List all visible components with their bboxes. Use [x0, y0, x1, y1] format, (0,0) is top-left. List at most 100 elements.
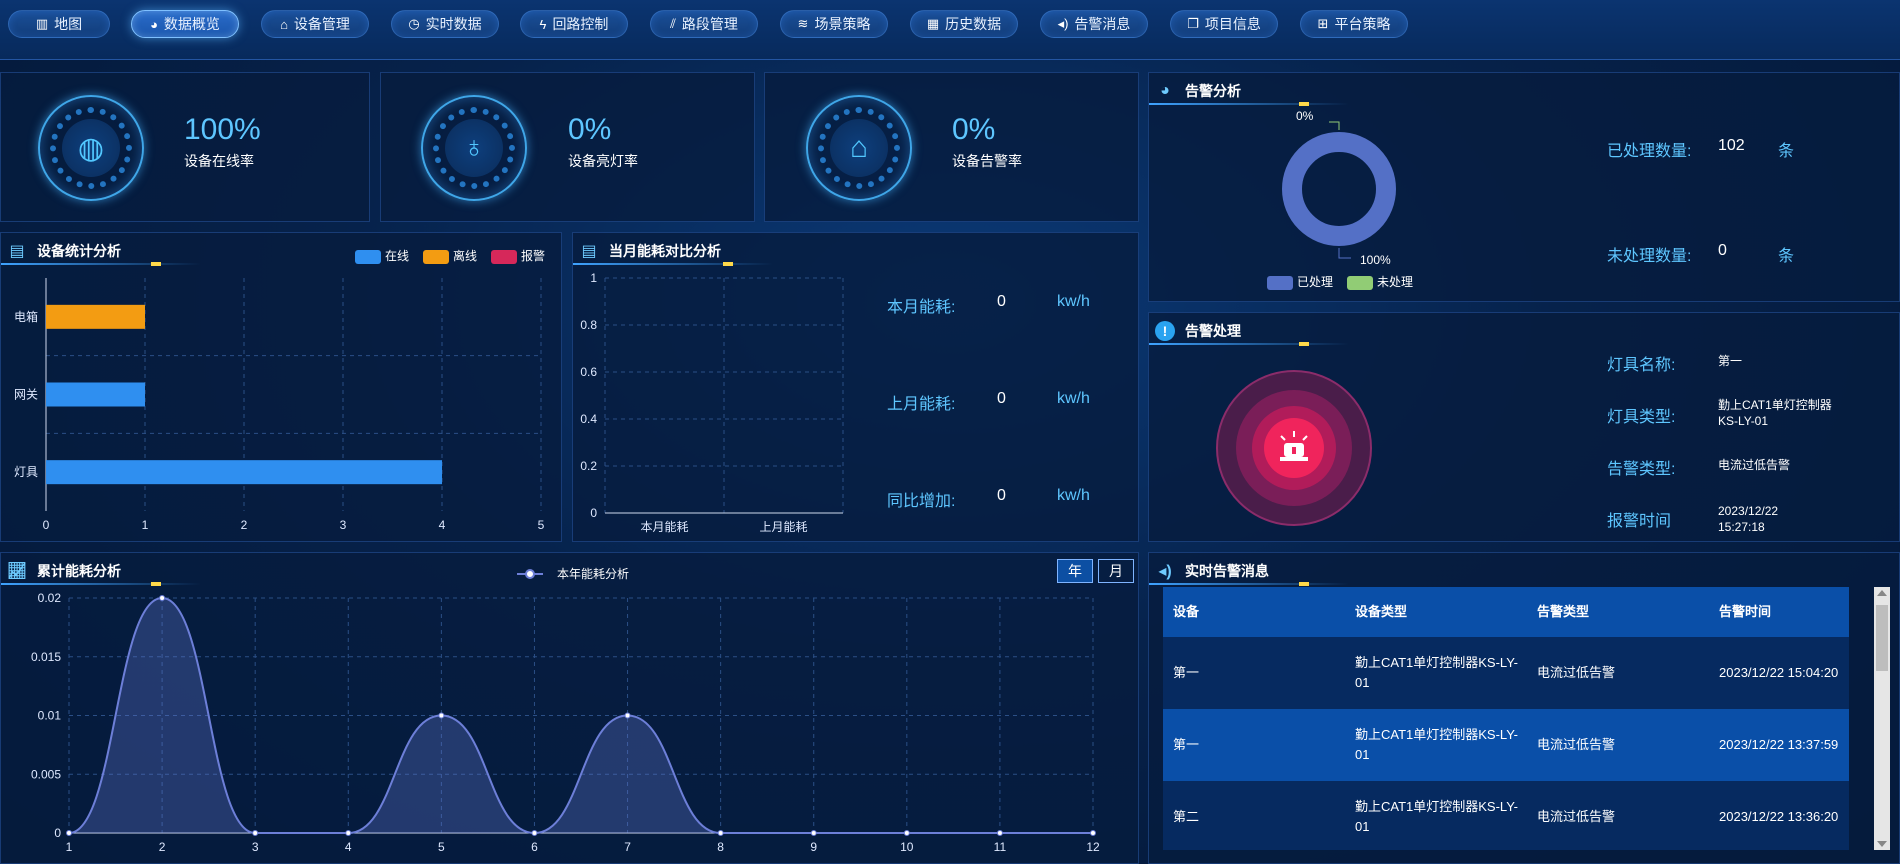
x-tick-label: 3 [340, 518, 347, 532]
light-rate-label: 设备亮灯率 [568, 153, 638, 169]
this-month-label: 本月能耗: [887, 299, 956, 316]
y-tick-label: 网关 [14, 388, 38, 402]
alarm-pulse-graphic [1216, 370, 1372, 526]
lamp-type-value: 勤上CAT1单灯控制器KS-LY-01 [1718, 398, 1832, 428]
data-point [252, 830, 259, 836]
x-tick-label: 10 [900, 840, 914, 854]
y-tick-label: 0.8 [580, 318, 597, 332]
yoy-increase-label: 同比增加: [887, 493, 956, 510]
x-tick-label: 2 [159, 840, 166, 854]
scroll-up-icon[interactable] [1877, 590, 1887, 596]
x-tick-label: 11 [994, 840, 1007, 854]
x-tick-label: 4 [345, 840, 352, 854]
data-point [345, 830, 352, 836]
y-tick-label: 0.6 [580, 365, 597, 379]
data-point [903, 830, 910, 836]
map-icon: ▥ [35, 16, 49, 31]
y-tick-label: 0.4 [580, 412, 597, 426]
alarm-table-scrollbar[interactable] [1874, 587, 1890, 850]
nav-loop-control[interactable]: ϟ 回路控制 [520, 10, 628, 38]
panel-title: ◂) 实时告警消息 [1155, 561, 1269, 581]
alarm-type-label: 告警类型: [1607, 461, 1676, 478]
x-tick-label: 5 [438, 840, 445, 854]
x-tick-label: 本月能耗 [640, 520, 688, 534]
x-tick-label: 12 [1086, 840, 1100, 854]
col-device: 设备 [1173, 604, 1200, 619]
siren-icon: ⌂ [830, 119, 888, 177]
road-icon: ⫽ [670, 16, 676, 31]
nav-realtime-data[interactable]: ◷ 实时数据 [391, 10, 499, 38]
alarm-analysis-panel: ◕ 告警分析 0% 100% 已处理 未处理 已处理数量: 102 条 未处理数… [1148, 72, 1900, 302]
y-tick-label: 0.2 [580, 459, 597, 473]
router-icon: ⌂ [280, 16, 288, 32]
nav-data-overview[interactable]: ◕ 数据概览 [131, 10, 239, 38]
y-tick-label: 1 [590, 271, 597, 285]
table-row[interactable]: 第一 勤上CAT1单灯控制器KS-LY-01 电流过低告警 2023/12/22… [1163, 637, 1849, 709]
x-tick-label: 6 [531, 840, 538, 854]
donut-legend: 已处理 未处理 [1267, 273, 1413, 290]
x-tick-label: 2 [241, 518, 248, 532]
col-alarm-time: 告警时间 [1719, 604, 1772, 619]
speaker-icon: ◂) [1158, 563, 1172, 580]
alarm-donut-chart [1282, 121, 1396, 259]
bar [46, 460, 442, 485]
nav-device-management[interactable]: ⌂ 设备管理 [261, 10, 369, 38]
processed-count-label: 已处理数量: [1607, 143, 1692, 160]
data-point [1090, 830, 1096, 836]
nav-road-management[interactable]: ⫽ 路段管理 [650, 10, 758, 38]
month-toggle-button[interactable]: 月 [1098, 559, 1134, 583]
kpi-ring: ♁ [421, 95, 527, 201]
nav-alarm-messages[interactable]: ◂) 告警消息 [1040, 10, 1148, 38]
year-toggle-button[interactable]: 年 [1057, 559, 1093, 583]
data-point [624, 712, 631, 719]
nav-project-info[interactable]: ❐ 项目信息 [1170, 10, 1278, 38]
processed-count-value: 102 [1718, 137, 1745, 154]
x-tick-label: 7 [624, 840, 631, 854]
unprocessed-count-label: 未处理数量: [1607, 248, 1692, 265]
processed-count-unit: 条 [1778, 143, 1795, 160]
online-rate-label: 设备在线率 [184, 153, 254, 169]
label-leader [1329, 121, 1340, 130]
sitemap-icon: ⊞ [1317, 16, 1329, 31]
cumulative-energy-chart: 00.0050.010.0150.021 2 3 4 5 6 7 8 9 10 11 12 [31, 591, 1100, 854]
last-month-unit: kw/h [1057, 390, 1090, 407]
bar [46, 382, 145, 407]
alarm-handling-panel: ! 告警处理 灯具名称: 第一 灯具类型: 勤上CAT1单灯控制器KS-LY-0… [1148, 312, 1900, 542]
kpi-ring: ⌂ [806, 95, 912, 201]
table-row[interactable]: 第一 勤上CAT1单灯控制器KS-LY-01 电流过低告警 2023/12/22… [1163, 709, 1849, 781]
nav-scene-strategy[interactable]: ≋ 场景策略 [780, 10, 888, 38]
data-point [810, 830, 817, 836]
data-point [531, 830, 538, 836]
y-tick-label: 灯具 [14, 465, 38, 479]
x-tick-label: 5 [538, 518, 545, 532]
nav-history-data[interactable]: ▦ 历史数据 [910, 10, 1018, 38]
x-tick-label: 1 [66, 840, 73, 854]
light-rate-value: 0% [568, 113, 612, 146]
data-point [438, 712, 445, 719]
legend-unprocessed[interactable]: 未处理 [1347, 273, 1413, 290]
table-row[interactable]: 第二 勤上CAT1单灯控制器KS-LY-01 电流过低告警 2023/12/22… [1163, 781, 1849, 850]
kpi-online-rate-card: ◍ 100% 设备在线率 [0, 72, 370, 222]
data-point [159, 595, 166, 601]
nav-map[interactable]: ▥ 地图 [8, 10, 110, 38]
pie-chart-icon: ◕ [150, 16, 158, 32]
table-header: 设备 设备类型 告警类型 告警时间 [1163, 587, 1849, 637]
y-tick-label: 0 [54, 826, 61, 840]
alarm-rate-label: 设备告警率 [952, 153, 1022, 169]
donut-label-top: 0% [1296, 109, 1314, 123]
globe-icon: ◍ [62, 119, 120, 177]
col-alarm-type: 告警类型 [1537, 604, 1590, 619]
legend-processed[interactable]: 已处理 [1267, 273, 1333, 290]
alarm-table: 设备 设备类型 告警类型 告警时间 第一 勤上CAT1单灯控制器KS-LY-01… [1163, 587, 1849, 850]
x-tick-label: 上月能耗 [759, 520, 807, 534]
monthly-energy-chart: 0 0.2 0.4 0.6 0.8 1 本月能耗 上月能耗 [580, 271, 844, 534]
table-icon: ▦ [926, 16, 940, 31]
kpi-ring: ◍ [38, 95, 144, 201]
alarm-type-value: 电流过低告警 [1718, 458, 1791, 472]
clock-icon: ◷ [408, 16, 420, 31]
y-tick-label: 0.01 [38, 709, 62, 723]
nav-platform-strategy[interactable]: ⊞ 平台策略 [1300, 10, 1408, 38]
scroll-down-icon[interactable] [1877, 841, 1887, 847]
this-month-unit: kw/h [1057, 293, 1090, 310]
scroll-thumb[interactable] [1876, 605, 1888, 671]
